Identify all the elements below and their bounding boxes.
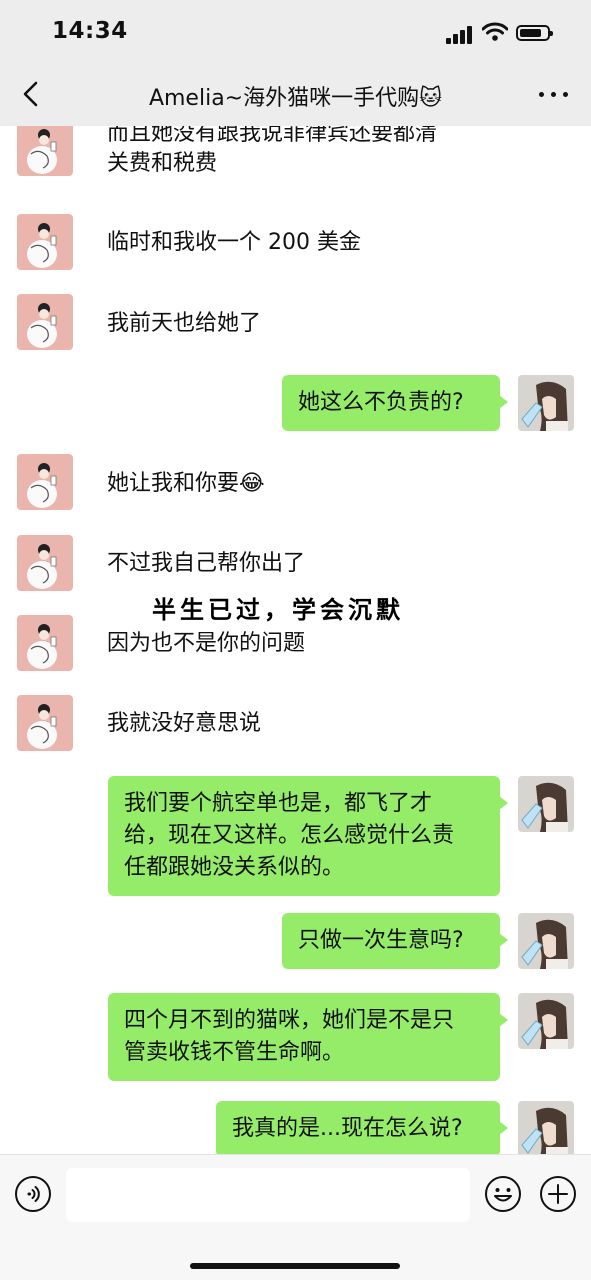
received-message[interactable]: 因为也不是你的问题 xyxy=(107,628,305,660)
voice-icon[interactable] xyxy=(14,1175,52,1213)
sent-message-bubble[interactable]: 我们要个航空单也是，都飞了才 给，现在又这样。怎么感觉什么责 任都跟她没关系似的。 xyxy=(108,776,508,896)
message-line: 任都跟她没关系似的。 xyxy=(124,855,345,880)
received-message[interactable]: 她让我和你要😂 xyxy=(107,468,265,500)
received-message[interactable]: 不过我自己帮你出了 xyxy=(107,548,305,580)
sent-message-bubble[interactable]: 她这么不负责的? xyxy=(282,375,508,431)
message-list[interactable]: 半生已过，学会沉默 而且她没有跟我说菲律宾还要都清 关费和税费临时和我收一个 20… xyxy=(0,126,591,1154)
received-message[interactable]: 临时和我收一个 200 美金 xyxy=(107,227,361,259)
message-line: 四个月不到的猫咪，她们是不是只 xyxy=(124,1008,455,1033)
message-line: 管卖收钱不管生命啊。 xyxy=(124,1040,345,1065)
contact-avatar[interactable] xyxy=(17,695,73,751)
chevron-left-icon[interactable] xyxy=(14,76,50,112)
sent-message-bubble[interactable]: 我真的是...现在怎么说? xyxy=(216,1101,508,1154)
user-avatar[interactable] xyxy=(518,375,574,431)
contact-avatar[interactable] xyxy=(17,126,73,176)
received-message[interactable]: 我就没好意思说 xyxy=(107,708,261,740)
ellipsis-icon[interactable] xyxy=(537,80,571,108)
chat-header: Amelia~海外猫咪一手代购🐱 xyxy=(0,62,591,126)
message-input[interactable] xyxy=(66,1168,470,1222)
user-avatar[interactable] xyxy=(518,993,574,1049)
battery-icon xyxy=(516,25,553,41)
status-time: 14:34 xyxy=(52,18,128,44)
sent-message-bubble[interactable]: 只做一次生意吗? xyxy=(282,913,508,969)
contact-avatar[interactable] xyxy=(17,294,73,350)
user-avatar[interactable] xyxy=(518,1101,574,1154)
message-line: 我们要个航空单也是，都飞了才 xyxy=(124,791,433,816)
message-line: 给，现在又这样。怎么感觉什么责 xyxy=(124,823,455,848)
emoji-icon[interactable] xyxy=(484,1175,522,1213)
contact-avatar[interactable] xyxy=(17,615,73,671)
sent-message-bubble[interactable]: 四个月不到的猫咪，她们是不是只 管卖收钱不管生命啊。 xyxy=(108,993,508,1081)
cellular-signal-icon xyxy=(446,24,476,44)
home-indicator xyxy=(190,1263,400,1269)
plus-icon[interactable] xyxy=(539,1175,577,1213)
contact-avatar[interactable] xyxy=(17,535,73,591)
received-message[interactable]: 我前天也给她了 xyxy=(107,308,261,340)
status-bar: 14:34 xyxy=(0,0,591,62)
chat-title: Amelia~海外猫咪一手代购🐱 xyxy=(148,86,443,111)
contact-avatar[interactable] xyxy=(17,214,73,270)
watermark-text: 半生已过，学会沉默 xyxy=(152,596,404,624)
wifi-icon xyxy=(482,22,508,41)
contact-avatar[interactable] xyxy=(17,454,73,510)
received-message[interactable]: 而且她没有跟我说菲律宾还要都清 xyxy=(107,126,437,150)
input-bar xyxy=(0,1154,591,1280)
user-avatar[interactable] xyxy=(518,913,574,969)
user-avatar[interactable] xyxy=(518,776,574,832)
received-message[interactable]: 关费和税费 xyxy=(107,148,217,180)
